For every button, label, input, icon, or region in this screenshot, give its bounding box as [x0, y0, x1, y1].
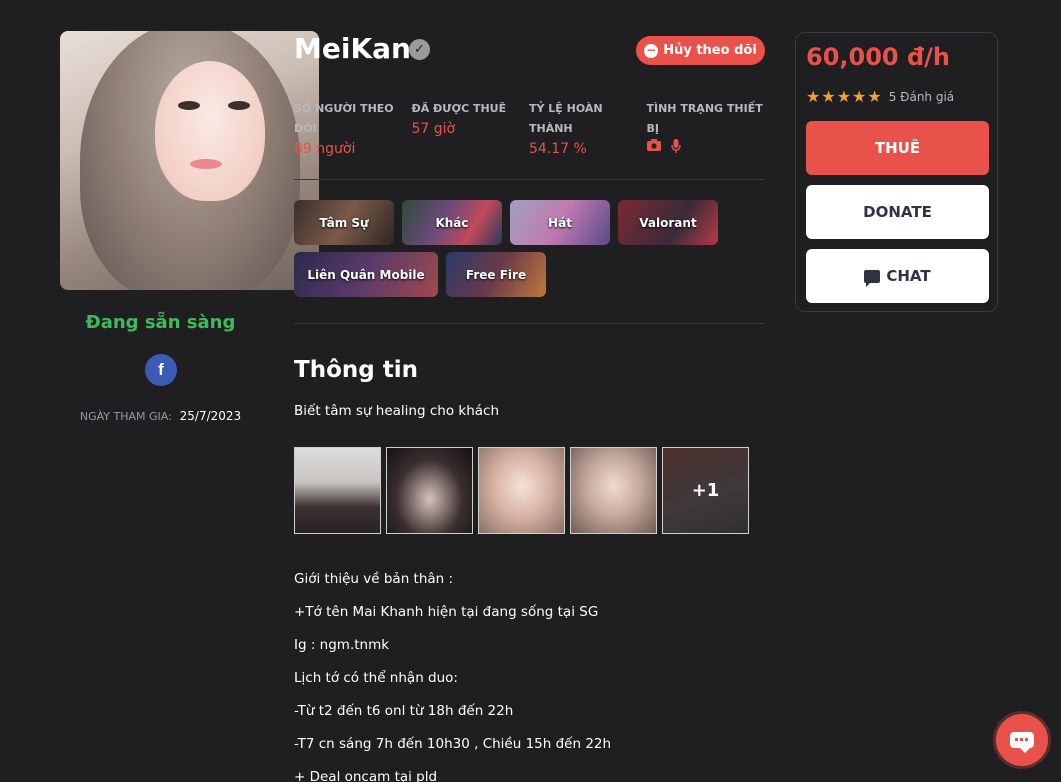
- game-tag[interactable]: Khác: [402, 200, 502, 245]
- intro-line: + Deal oncam tại pld: [294, 769, 438, 782]
- gallery-photo[interactable]: [478, 447, 565, 534]
- chat-icon: [864, 269, 881, 287]
- price: 60,000 đ/h: [806, 43, 950, 71]
- info-title: Thông tin: [294, 357, 418, 383]
- game-tag[interactable]: Hát: [510, 200, 610, 245]
- camera-icon: [646, 139, 661, 157]
- profile-name: MeiKan: [294, 32, 411, 65]
- intro-line: Ig : ngm.tnmk: [294, 637, 390, 653]
- join-date: NGÀY THAM GIA: 25/7/2023: [60, 409, 261, 423]
- donate-label: DONATE: [863, 203, 932, 221]
- stat-hired: ĐÃ ĐƯỢC THUÊ 57 giờ: [412, 99, 530, 159]
- rating: ★★★★★ 5 Đánh giá: [806, 87, 954, 106]
- gallery-photo[interactable]: [570, 447, 657, 534]
- stat-value: 54.17 %: [529, 141, 587, 157]
- intro-line: Lịch tớ có thể nhận duo:: [294, 670, 458, 686]
- stat-value: 89 người: [294, 141, 356, 157]
- floating-chat-button[interactable]: [996, 714, 1048, 766]
- gallery-photo-more[interactable]: +1: [662, 447, 749, 534]
- chat-label: CHAT: [886, 267, 931, 285]
- booking-card: 60,000 đ/h ★★★★★ 5 Đánh giá THUÊ DONATE …: [795, 32, 998, 312]
- more-photos-count: +1: [663, 448, 748, 533]
- stat-device: TÌNH TRẠNG THIẾT BỊ: [646, 99, 765, 159]
- game-tag[interactable]: Liên Quân Mobile: [294, 252, 438, 297]
- facebook-icon[interactable]: f: [145, 354, 177, 386]
- profile-avatar: [60, 31, 319, 290]
- game-tag[interactable]: Tâm Sự: [294, 200, 394, 245]
- gallery-photo[interactable]: [294, 447, 381, 534]
- review-count: 5 Đánh giá: [888, 89, 955, 104]
- game-tag[interactable]: Free Fire: [446, 252, 546, 297]
- divider: [294, 179, 764, 180]
- rent-label: THUÊ: [874, 139, 921, 157]
- join-date-value: 25/7/2023: [179, 409, 242, 423]
- unfollow-label: Hủy theo dõi: [663, 43, 757, 58]
- info-bio: Biết tâm sự healing cho khách: [294, 403, 499, 419]
- stat-value: 57 giờ: [411, 121, 456, 137]
- intro-line: +Tớ tên Mai Khanh hiện tại đang sống tại…: [294, 604, 599, 620]
- join-date-label: NGÀY THAM GIA:: [79, 410, 172, 423]
- microphone-icon: [670, 139, 681, 157]
- chat-bubble-icon: [1010, 732, 1034, 753]
- rent-button[interactable]: THUÊ: [806, 121, 989, 175]
- stat-label: SỐ NGƯỜI THEO DÕI: [294, 102, 394, 135]
- donate-button[interactable]: DONATE: [806, 185, 989, 239]
- gallery-photo[interactable]: [386, 447, 473, 534]
- unfollow-button[interactable]: − Hủy theo dõi: [636, 36, 765, 65]
- intro-line: Giới thiệu về bản thân :: [294, 571, 454, 587]
- stats-row: SỐ NGƯỜI THEO DÕI 89 người ĐÃ ĐƯỢC THUÊ …: [294, 99, 764, 159]
- minus-circle-icon: −: [644, 42, 659, 58]
- stat-label: TÌNH TRẠNG THIẾT BỊ: [646, 102, 763, 135]
- intro-text: Giới thiệu về bản thân : +Tớ tên Mai Kha…: [294, 563, 611, 782]
- verified-icon: ✓: [409, 39, 430, 60]
- stat-completion: TỶ LỆ HOÀN THÀNH 54.17 %: [529, 99, 647, 159]
- divider: [294, 323, 764, 324]
- game-tag[interactable]: Valorant: [618, 200, 718, 245]
- availability-status: Đang sẵn sàng: [85, 312, 236, 333]
- photo-gallery: +1: [294, 447, 749, 534]
- star-icon: ★★★★★: [806, 87, 883, 106]
- intro-line: -Từ t2 đến t6 onl từ 18h đến 22h: [294, 703, 514, 719]
- stat-label: TỶ LỆ HOÀN THÀNH: [529, 102, 603, 135]
- chat-button[interactable]: CHAT: [806, 249, 989, 303]
- stat-label: ĐÃ ĐƯỢC THUÊ: [411, 102, 507, 115]
- stat-followers: SỐ NGƯỜI THEO DÕI 89 người: [294, 99, 412, 159]
- intro-line: -T7 cn sáng 7h đến 10h30 , Chiều 15h đến…: [294, 736, 612, 752]
